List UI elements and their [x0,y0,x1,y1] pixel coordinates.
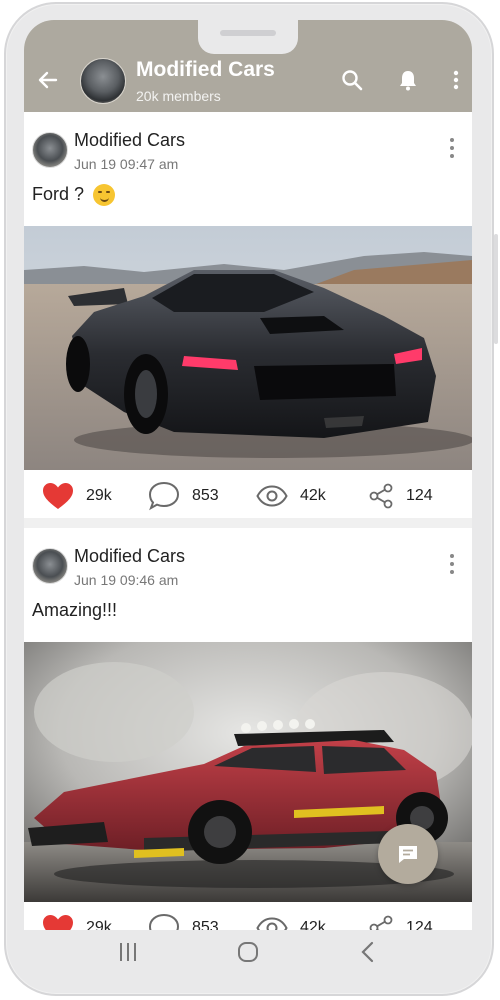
post-date: Jun 19 09:46 am [74,572,179,588]
like-count: 29k [86,919,112,930]
view-count: 42k [300,487,326,504]
heart-icon [43,915,73,930]
like-button[interactable]: 29k [42,470,112,522]
back-button[interactable] [348,938,388,966]
system-navigation-bar [24,930,472,974]
chat-icon [399,846,417,863]
back-arrow-icon[interactable] [36,68,60,92]
recent-apps-icon [120,943,136,961]
comment-count: 853 [192,487,219,504]
comment-button[interactable]: 853 [148,902,219,930]
share-button[interactable]: 124 [368,470,433,522]
post-text: Amazing!!! [32,600,117,621]
comment-icon [148,913,180,930]
views-stat: 42k [256,902,326,930]
comment-icon [148,481,180,511]
post-actions: 29k 853 42k 124 [24,470,472,522]
post-photo-car[interactable] [24,226,472,470]
author-avatar[interactable] [32,132,68,168]
post-author[interactable]: Modified Cars [74,130,185,151]
member-count: 20k members [136,88,221,104]
chat-fab-button[interactable] [378,824,438,884]
comment-button[interactable]: 853 [148,470,219,522]
back-icon [361,941,374,963]
more-vertical-icon[interactable] [444,68,468,92]
eye-icon [256,485,288,507]
share-icon [369,915,393,930]
view-count: 42k [300,919,326,930]
phone-side-button [494,234,498,344]
phone-notch [198,20,298,54]
views-stat: 42k [256,470,326,522]
like-count: 29k [86,487,112,504]
home-button[interactable] [228,938,268,966]
group-title[interactable]: Modified Cars [136,58,275,82]
post-actions: 29k 853 42k 124 [24,902,472,930]
post-more-icon[interactable] [450,554,456,578]
heart-icon [43,483,73,509]
smirk-emoji-icon [93,184,116,207]
post-date: Jun 19 09:47 am [74,156,179,172]
share-icon [369,483,393,509]
comment-count: 853 [192,919,219,930]
home-icon [238,942,258,962]
share-count: 124 [406,487,433,504]
speaker-grille [220,30,276,36]
post-card: Modified Cars Jun 19 09:47 am Ford ? 29k… [24,112,472,518]
bell-icon[interactable] [396,68,420,92]
app-screen: Modified Cars 20k members Modified Cars … [24,20,472,930]
author-avatar[interactable] [32,548,68,584]
post-text: Ford ? [32,184,116,207]
post-author[interactable]: Modified Cars [74,546,185,567]
post-text-content: Amazing!!! [32,600,118,620]
share-count: 124 [406,919,433,930]
recent-apps-button[interactable] [108,938,148,966]
post-text-content: Ford ? [32,184,85,204]
group-avatar[interactable] [80,58,126,104]
share-button[interactable]: 124 [368,902,433,930]
post-more-icon[interactable] [450,138,456,162]
search-icon[interactable] [340,68,364,92]
like-button[interactable]: 29k [42,902,112,930]
eye-icon [256,917,288,930]
